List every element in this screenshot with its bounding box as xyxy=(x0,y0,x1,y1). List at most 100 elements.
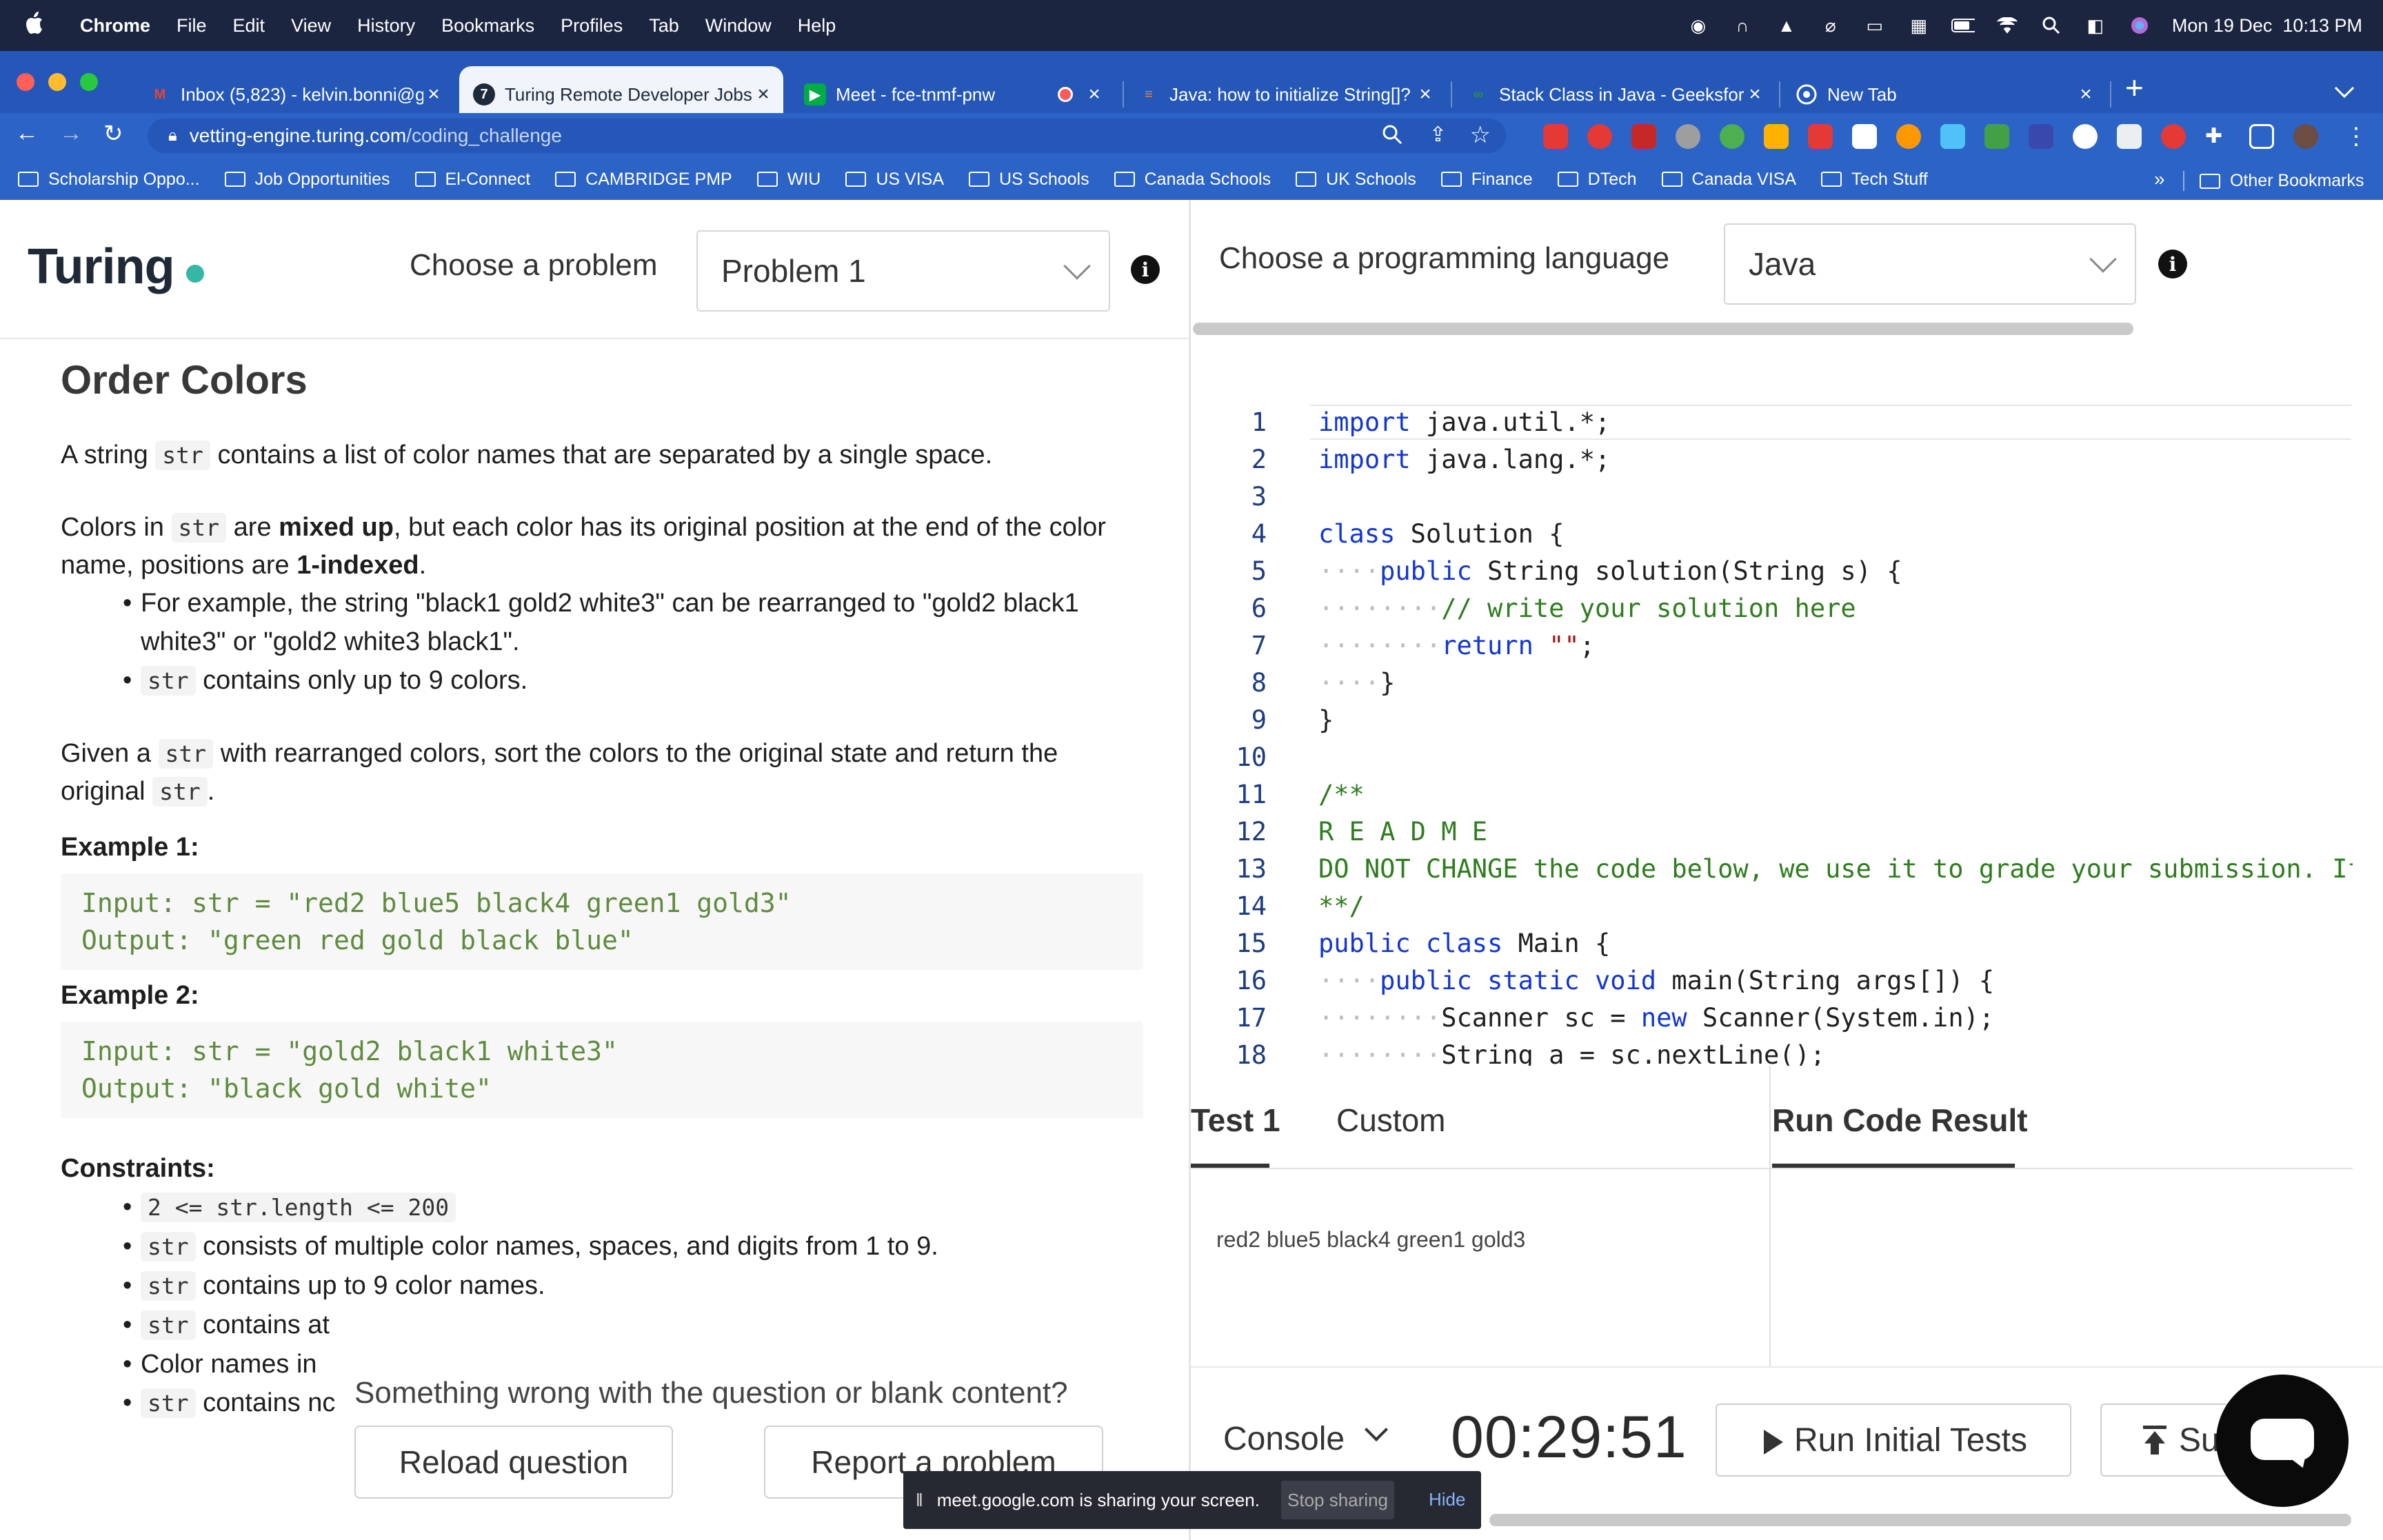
extension-icon[interactable] xyxy=(2073,124,2098,149)
control-center-icon[interactable]: ◧ xyxy=(2084,15,2107,36)
close-tab-icon[interactable]: × xyxy=(423,83,444,106)
bookmark-folder[interactable]: Canada VISA xyxy=(1661,170,1796,190)
menu-window[interactable]: Window xyxy=(705,15,772,37)
extension-icon[interactable] xyxy=(1631,124,1656,149)
bookmark-folder[interactable]: Tech Stuff xyxy=(1821,170,1928,190)
back-arrow-icon[interactable]: ← xyxy=(15,120,39,147)
run-initial-tests-button[interactable]: Run Initial Tests xyxy=(1716,1404,2071,1477)
tab-search-chevron-icon[interactable] xyxy=(2334,78,2355,99)
todoist-extension-icon[interactable] xyxy=(1852,124,1877,149)
console-horizontal-scrollbar[interactable] xyxy=(1489,1514,2351,1526)
problem-info-icon[interactable]: i xyxy=(1131,255,1160,284)
calendar-icon[interactable]: ▦ xyxy=(1907,15,1931,36)
stop-sharing-button[interactable]: Stop sharing xyxy=(1281,1481,1394,1519)
language-info-icon[interactable]: i xyxy=(2158,250,2187,278)
menu-edit[interactable]: Edit xyxy=(233,15,265,37)
car-icon[interactable]: ▭ xyxy=(1863,15,1887,36)
tab-custom[interactable]: Custom xyxy=(1336,1102,1445,1139)
bookmark-folder[interactable]: Job Opportunities xyxy=(224,170,390,190)
code-editor[interactable]: 1 import java.util.*; 2 import java.lang.*… xyxy=(1191,400,2353,1066)
menu-help[interactable]: Help xyxy=(798,15,836,37)
language-select[interactable]: Java xyxy=(1724,223,2136,305)
battery-icon[interactable] xyxy=(1951,15,1975,36)
more-bookmarks-chevron[interactable]: » xyxy=(2154,168,2165,190)
menu-file[interactable]: File xyxy=(177,15,207,37)
headphones-icon[interactable]: ∩ xyxy=(1731,15,1754,36)
close-tab-icon[interactable]: × xyxy=(753,83,774,106)
share-icon[interactable]: ⇪ xyxy=(1429,123,1447,147)
address-bar[interactable]: 🔒︎ vetting-engine.turing.com/coding_chal… xyxy=(148,119,1506,153)
other-bookmarks[interactable]: Other Bookmarks xyxy=(2183,171,2364,191)
text: contains nc xyxy=(195,1388,336,1417)
menu-profiles[interactable]: Profiles xyxy=(561,15,623,37)
qr-code-extension-icon[interactable] xyxy=(2117,124,2142,149)
line-number: 11 xyxy=(1236,780,1267,809)
menu-app-name[interactable]: Chrome xyxy=(80,15,150,37)
bookmark-folder[interactable]: Finance xyxy=(1440,170,1533,190)
bookmark-folder[interactable]: CAMBRIDGE PMP xyxy=(555,170,732,190)
code-token: ; xyxy=(1579,631,1595,660)
screen-record-icon[interactable]: ◉ xyxy=(1687,15,1710,36)
new-tab-plus-icon[interactable]: + xyxy=(2125,69,2144,106)
tab-test-1[interactable]: Test 1 xyxy=(1191,1102,1280,1139)
puzzle-extensions-icon[interactable]: ✚ xyxy=(2205,124,2230,149)
spotlight-search-icon[interactable] xyxy=(2040,15,2063,36)
apple-menu-icon[interactable] xyxy=(26,11,54,40)
chrome-menu-icon[interactable]: ⋮ xyxy=(2344,123,2368,150)
forward-arrow-icon[interactable]: → xyxy=(59,120,83,147)
test-input-value[interactable]: red2 blue5 black4 green1 gold3 xyxy=(1216,1227,1525,1253)
menubar-datetime[interactable]: Mon 19 Dec 10:13 PM xyxy=(2172,15,2362,37)
wifi-icon[interactable] xyxy=(1995,15,2019,36)
reload-question-button[interactable]: Reload question xyxy=(354,1426,673,1499)
code-line: 17 ········Scanner sc = new Scanner(Syste… xyxy=(1191,1000,2353,1037)
menu-tab[interactable]: Tab xyxy=(649,15,679,37)
bookmark-folder[interactable]: Canada Schools xyxy=(1114,170,1271,190)
evernote-extension-icon[interactable] xyxy=(1720,124,1744,149)
bookmark-folder[interactable]: UK Schools xyxy=(1296,170,1416,190)
chat-support-button[interactable] xyxy=(2216,1375,2349,1507)
bookmark-star-icon[interactable]: ☆ xyxy=(1470,121,1491,149)
problem-select[interactable]: Problem 1 xyxy=(696,230,1110,312)
reload-icon[interactable]: ↻ xyxy=(103,120,123,148)
siri-icon[interactable] xyxy=(2128,15,2151,36)
menu-bookmarks[interactable]: Bookmarks xyxy=(441,15,534,37)
close-tab-icon[interactable]: × xyxy=(1415,83,1436,106)
profile-avatar[interactable] xyxy=(2293,124,2318,149)
grammarly-extension-icon[interactable] xyxy=(1676,124,1700,149)
code-token: new xyxy=(1640,1003,1687,1033)
extension-icon[interactable] xyxy=(1587,124,1612,149)
line-number: 12 xyxy=(1236,817,1267,847)
extension-icon[interactable] xyxy=(1808,124,1833,149)
bookmark-label: Canada Schools xyxy=(1144,169,1271,189)
bookmark-folder[interactable]: US Schools xyxy=(969,170,1089,190)
extension-icon[interactable] xyxy=(1896,124,1921,149)
flag-extension-icon[interactable] xyxy=(2161,124,2186,149)
bookmark-folder[interactable]: Scholarship Oppo... xyxy=(18,170,200,190)
paperclip-icon[interactable]: ⌀ xyxy=(1819,15,1842,36)
hide-sharing-button[interactable]: Hide xyxy=(1429,1489,1465,1510)
bookmark-folder[interactable]: WIU xyxy=(756,170,821,190)
adblock-extension-icon[interactable] xyxy=(1543,124,1568,149)
console-toggle[interactable]: Console xyxy=(1223,1420,1345,1458)
extension-icon[interactable] xyxy=(2029,124,2053,149)
extension-icon[interactable] xyxy=(1764,124,1789,149)
close-tab-icon[interactable]: × xyxy=(2075,83,2096,106)
bookmark-folder[interactable]: US VISA xyxy=(845,170,944,190)
drive-extension-icon[interactable] xyxy=(1940,124,1965,149)
sidepanel-icon[interactable] xyxy=(2249,124,2274,149)
close-tab-icon[interactable]: × xyxy=(1084,83,1105,106)
menu-view[interactable]: View xyxy=(291,15,331,37)
bookmark-folder[interactable]: DTech xyxy=(1557,170,1637,190)
close-window-icon[interactable] xyxy=(17,73,34,91)
close-tab-icon[interactable]: × xyxy=(1744,83,1765,106)
extension-icon[interactable] xyxy=(1984,124,2009,149)
drive-icon[interactable]: ▲ xyxy=(1775,15,1798,36)
maximize-window-icon[interactable] xyxy=(80,73,98,91)
minimize-window-icon[interactable] xyxy=(48,73,66,91)
text: Colors in xyxy=(61,513,172,542)
tab-run-code-result[interactable]: Run Code Result xyxy=(1772,1102,2028,1139)
bookmark-folder[interactable]: El-Connect xyxy=(414,170,530,190)
editor-horizontal-scrollbar[interactable] xyxy=(1193,323,2133,335)
zoom-icon[interactable] xyxy=(1382,124,1402,150)
menu-history[interactable]: History xyxy=(357,15,415,37)
